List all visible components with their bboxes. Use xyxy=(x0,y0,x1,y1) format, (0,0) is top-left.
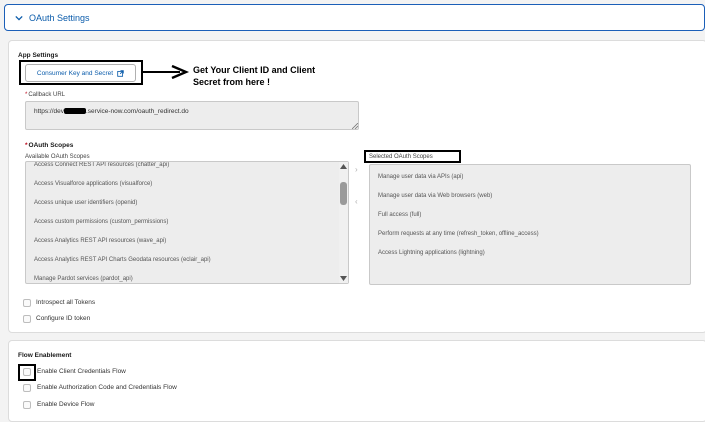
external-link-icon xyxy=(117,69,124,77)
list-item[interactable]: Perform requests at any time (refresh_to… xyxy=(378,231,539,237)
callback-url-prefix: https://dev xyxy=(34,108,64,115)
list-item[interactable]: Access Connect REST API resources (chatt… xyxy=(34,162,169,168)
client-credentials-label: Enable Client Credentials Flow xyxy=(37,368,126,375)
list-item[interactable]: Full access (full) xyxy=(378,212,421,218)
redaction-mark xyxy=(64,108,86,115)
available-scopes-scrollbar[interactable] xyxy=(339,162,348,283)
scrollbar-thumb[interactable] xyxy=(340,182,347,205)
selected-scopes-label: Selected OAuth Scopes xyxy=(369,154,433,160)
configure-id-token-label: Configure ID token xyxy=(36,315,91,322)
move-left-button[interactable]: ‹ xyxy=(355,197,358,206)
section-title: OAuth Settings xyxy=(29,12,90,23)
list-item[interactable]: Access custom permissions (custom_permis… xyxy=(34,219,168,225)
auth-code-label: Enable Authorization Code and Credential… xyxy=(37,384,177,391)
flow-enablement-heading: Flow Enablement xyxy=(18,352,72,359)
annotation-arrow xyxy=(143,65,190,79)
list-item[interactable]: Access Analytics REST API Charts Geodata… xyxy=(34,257,211,263)
device-flow-label: Enable Device Flow xyxy=(37,401,95,408)
list-item[interactable]: Access Lightning applications (lightning… xyxy=(378,250,485,256)
introspect-tokens-label: Introspect all Tokens xyxy=(36,299,96,306)
device-flow-checkbox[interactable] xyxy=(23,401,31,409)
selected-scopes-listbox[interactable]: Manage user data via APIs (api) Manage u… xyxy=(369,164,691,285)
scroll-down-icon[interactable] xyxy=(340,276,347,281)
move-right-button[interactable]: › xyxy=(355,165,358,174)
list-item[interactable]: Manage Pardot services (pardot_api) xyxy=(34,276,133,282)
app-settings-heading: App Settings xyxy=(18,52,59,59)
callback-url-label-text: Callback URL xyxy=(28,92,66,98)
list-item[interactable]: Access unique user identifiers (openid) xyxy=(34,200,137,206)
client-credentials-checkbox[interactable] xyxy=(23,368,31,376)
annotation-line-2: Secret from here ! xyxy=(193,77,271,87)
available-scopes-label: Available OAuth Scopes xyxy=(25,154,90,160)
list-item[interactable]: Manage user data via APIs (api) xyxy=(378,174,463,180)
required-mark: * xyxy=(25,92,28,98)
oauth-settings-section-header[interactable]: OAuth Settings xyxy=(4,4,705,31)
introspect-tokens-checkbox[interactable] xyxy=(23,299,31,307)
callback-url-textarea[interactable]: https://dev .service-now.com/oauth_redire… xyxy=(25,101,359,130)
chevron-down-icon xyxy=(15,15,23,21)
available-scopes-listbox[interactable]: Access Connect REST API resources (chatt… xyxy=(25,161,349,284)
flow-enablement-panel xyxy=(8,340,705,422)
annotation-line-1: Get Your Client ID and Client xyxy=(193,65,316,75)
consumer-key-secret-button[interactable]: Consumer Key and Secret xyxy=(25,64,136,82)
consumer-button-label: Consumer Key and Secret xyxy=(36,69,114,77)
list-item[interactable]: Manage user data via Web browsers (web) xyxy=(378,193,492,199)
oauth-scopes-label-text: OAuth Scopes xyxy=(28,142,74,149)
list-item[interactable]: Access Analytics REST API resources (wav… xyxy=(34,238,166,244)
auth-code-checkbox[interactable] xyxy=(23,384,31,392)
callback-url-label: *Callback URL xyxy=(25,92,65,98)
required-mark: * xyxy=(25,142,28,149)
callback-url-suffix: .service-now.com/oauth_redirect.do xyxy=(86,108,189,115)
oauth-scopes-label: *OAuth Scopes xyxy=(25,142,73,149)
scroll-up-icon[interactable] xyxy=(340,164,347,169)
configure-id-token-checkbox[interactable] xyxy=(23,315,31,323)
resize-handle-icon[interactable] xyxy=(352,123,358,129)
list-item[interactable]: Access Visualforce applications (visualf… xyxy=(34,181,152,187)
annotation-text: Get Your Client ID and Client Secret fro… xyxy=(193,64,315,88)
